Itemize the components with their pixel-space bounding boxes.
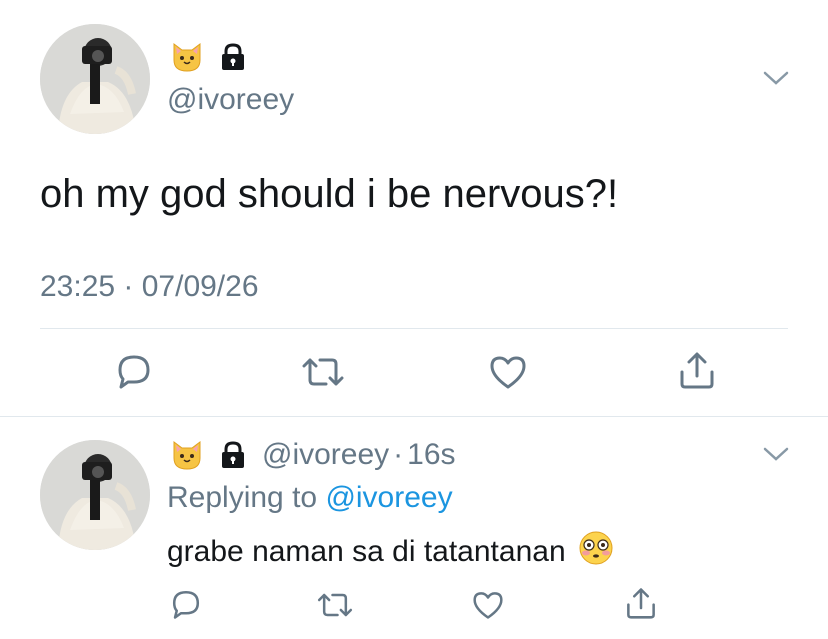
cat-emoji-icon <box>170 438 204 477</box>
like-icon[interactable] <box>489 354 527 390</box>
replying-to-line: Replying to @ivoreey <box>167 481 453 515</box>
share-icon[interactable] <box>625 586 657 620</box>
avatar[interactable] <box>40 24 150 134</box>
divider <box>40 328 788 329</box>
reply-text-line: grabe naman sa di tatantanan <box>167 530 614 574</box>
meta-separator: · <box>393 438 404 471</box>
lock-icon <box>218 42 248 77</box>
retweet-icon[interactable] <box>300 354 346 390</box>
avatar-photo <box>40 440 150 550</box>
tweet-timestamp[interactable]: 23:25 · 07/09/26 <box>40 270 259 304</box>
cat-emoji-icon <box>170 40 204 79</box>
flushed-face-icon <box>578 530 614 574</box>
reply-author-meta: @ivoreey · 16s <box>262 438 456 472</box>
replying-to-handle-link[interactable]: @ivoreey <box>325 481 452 514</box>
replying-to-label: Replying to <box>167 481 318 514</box>
more-options-chevron-icon[interactable] <box>763 70 789 91</box>
reply-more-options-chevron-icon[interactable] <box>763 446 789 467</box>
reply-icon[interactable] <box>170 588 202 620</box>
reply-author-handle[interactable]: @ivoreey <box>262 438 389 471</box>
retweet-icon[interactable] <box>315 590 355 620</box>
reply-icon[interactable] <box>115 352 153 390</box>
share-icon[interactable] <box>678 350 716 390</box>
reply-text: grabe naman sa di tatantanan <box>167 535 566 568</box>
tweet-separator <box>0 416 828 417</box>
tweet-text: oh my god should i be nervous?! <box>40 172 619 216</box>
reply-avatar[interactable] <box>40 440 150 550</box>
reply-age[interactable]: 16s <box>407 438 455 471</box>
author-handle[interactable]: @ivoreey <box>167 83 294 117</box>
like-icon[interactable] <box>472 590 504 620</box>
avatar-photo <box>40 24 150 134</box>
lock-icon <box>218 440 248 475</box>
